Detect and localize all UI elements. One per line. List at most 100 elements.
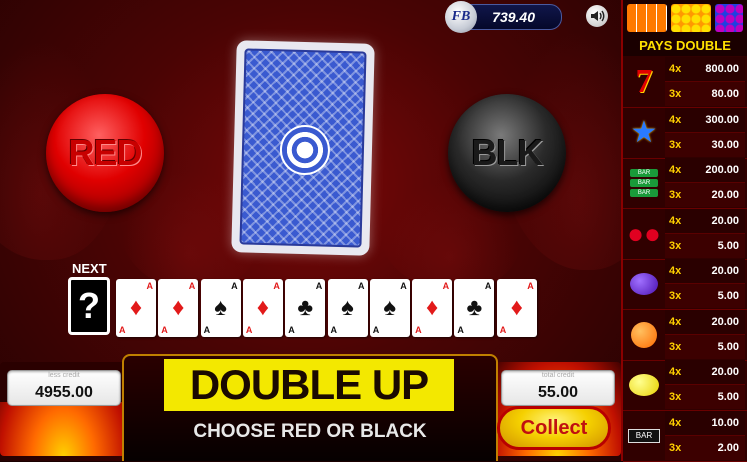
payout-amount: 30.00	[711, 138, 739, 151]
payout-multiplier: 3x	[669, 391, 682, 403]
win-field: less credit 4955.00	[7, 370, 121, 406]
payout-amount: 20.00	[711, 189, 739, 201]
history-card: A ♦ A	[116, 279, 156, 337]
bar-icon: BAR	[626, 415, 662, 457]
payout-line: 3x 5.00	[665, 233, 745, 258]
card-rank: A	[203, 325, 211, 335]
balance-display: FB 739.40	[445, 1, 562, 33]
payout-amount: 80.00	[711, 88, 739, 100]
paytable-row: 4x 20.00 3x 5.00	[623, 309, 747, 361]
payout-multiplier: 3x	[669, 88, 682, 100]
card-rank: A	[315, 281, 323, 291]
card-rank: A	[442, 281, 450, 291]
payout-amount: 5.00	[717, 239, 739, 252]
payout-multiplier: 4x	[669, 113, 682, 126]
card-rank: A	[499, 325, 507, 335]
card-rank: A	[288, 325, 295, 335]
payout-line: 4x 300.00	[665, 107, 745, 133]
payout-line: 4x 10.00	[665, 410, 745, 436]
card-rank: A	[400, 281, 407, 291]
red-button[interactable]: RED	[46, 94, 164, 212]
payout-line: 3x 20.00	[665, 183, 745, 207]
paytable-row: 7 4x 800.00 3x 80.00	[623, 57, 747, 108]
payout-line: 4x 20.00	[665, 259, 745, 284]
payout-line: 4x 20.00	[665, 360, 745, 385]
card-rank: A	[330, 325, 338, 335]
payout-amount: 2.00	[717, 441, 739, 454]
history-card: A ♦ A	[158, 279, 199, 337]
payout-multiplier: 4x	[669, 315, 682, 328]
history-card: A ♦ A	[412, 279, 453, 337]
paytable-row: ●● 4x 20.00 3x 5.00	[623, 208, 747, 260]
card-rank: A	[415, 325, 422, 335]
black-button[interactable]: BLK	[448, 94, 566, 212]
plum-icon	[626, 263, 662, 305]
card-back-pattern	[239, 48, 367, 248]
payout-amount: 5.00	[717, 340, 739, 353]
speaker-icon[interactable]	[586, 5, 608, 27]
payout-amount: 5.00	[717, 391, 739, 403]
bet-field: total credit 55.00	[501, 370, 615, 406]
payout-amount: 200.00	[705, 164, 739, 176]
win-label: less credit	[48, 372, 80, 379]
reel-icon	[715, 4, 743, 32]
payout-amount: 20.00	[711, 265, 739, 277]
bet-label: total credit	[541, 372, 575, 379]
payout-line: 3x 5.00	[665, 334, 745, 359]
payout-multiplier: 4x	[669, 265, 682, 277]
card-suit-icon: ♠	[214, 294, 227, 321]
win-value: 4955.00	[35, 384, 93, 401]
history-card: A ♣ A	[454, 279, 495, 337]
payout-multiplier: 3x	[669, 239, 682, 252]
history-card: A ♣ A	[285, 279, 326, 337]
payout-amount: 20.00	[711, 214, 739, 227]
paytable-row: ★ 4x 300.00 3x 30.00	[623, 107, 747, 159]
history-card: A ♦ A	[496, 279, 537, 337]
payout-line: 4x 200.00	[665, 158, 745, 183]
payout-line: 3x 5.00	[665, 385, 745, 409]
payout-amount: 800.00	[705, 63, 739, 75]
paytable: PAYS DOUBLE 7 4x 800.00 3x 80.00 ★ 4x 300.00 3x 3…	[621, 0, 747, 462]
history-card: A ♠ A	[369, 279, 410, 337]
card-suit-icon: ♠	[341, 294, 354, 321]
card-rank: A	[231, 281, 238, 291]
card-suit-icon: ♦	[256, 294, 270, 321]
message-panel: DOUBLE UP CHOOSE RED OR BLACK	[122, 354, 498, 461]
card-rank: A	[358, 281, 365, 291]
history-card: A ♠ A	[200, 279, 241, 337]
payout-multiplier: 4x	[669, 164, 682, 176]
card-rank: A	[527, 281, 534, 291]
next-label: NEXT	[72, 261, 107, 276]
star-icon: ★	[630, 116, 658, 149]
collect-button[interactable]: Collect	[497, 406, 611, 450]
card-rank: A	[188, 281, 196, 291]
payout-amount: 20.00	[711, 315, 739, 328]
card-rank: A	[245, 325, 253, 335]
payout-line: 3x 30.00	[665, 132, 745, 157]
payout-amount: 20.00	[711, 366, 739, 378]
paytable-row: BAR BAR BAR 4x 200.00 3x 20.00	[623, 158, 747, 209]
card-rank: A	[161, 325, 168, 335]
payout-line: 4x 800.00	[665, 57, 745, 82]
card-rank: A	[457, 325, 464, 335]
face-down-card	[231, 40, 375, 256]
payout-line: 3x 2.00	[665, 435, 745, 460]
card-suit-icon: ♣	[297, 294, 314, 321]
payout-line: 3x 5.00	[665, 284, 745, 308]
payout-multiplier: 3x	[669, 441, 682, 454]
next-card: ?	[68, 277, 110, 335]
card-rank: A	[119, 325, 126, 335]
card-rank: A	[484, 281, 492, 291]
lemon-icon	[626, 364, 662, 406]
card-suit-icon: ♣	[466, 294, 483, 321]
fb-logo-icon: FB	[445, 1, 477, 33]
game-area: FB 739.40 RED BLK NEXT ? A ♦ A A ♦ A A ♠ A A ♦ A A ♣ A…	[0, 0, 621, 461]
payout-multiplier: 3x	[669, 290, 682, 302]
card-suit-icon: ♦	[425, 294, 439, 321]
payout-line: 4x 20.00	[665, 309, 745, 335]
card-suit-icon: ♦	[129, 294, 143, 321]
payout-multiplier: 3x	[669, 340, 682, 353]
paytable-row: 4x 20.00 3x 5.00	[623, 259, 747, 310]
question-mark-icon: ?	[78, 285, 100, 326]
payout-amount: 300.00	[705, 113, 739, 126]
